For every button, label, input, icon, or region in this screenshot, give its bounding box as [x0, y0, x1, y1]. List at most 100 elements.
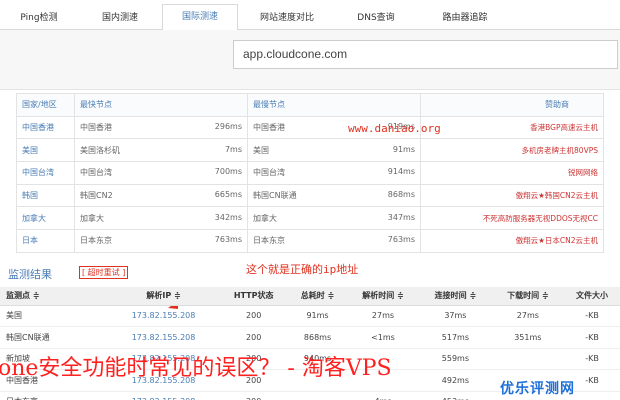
slowest-time: 763ms — [387, 235, 415, 245]
monitor-cell-node: 美国 — [0, 305, 108, 327]
tab-bar: Ping检测 国内测速 国际测速 网站速度对比 DNS查询 路由器追踪 — [0, 0, 620, 31]
monitor-cell-status: 200 — [219, 305, 289, 327]
monitor-cell-size: -KB — [564, 326, 620, 349]
slowest-cell: 中国台湾 914ms — [247, 161, 421, 185]
tab-domestic-speed[interactable]: 国内测速 — [78, 6, 162, 30]
fastest-node: 日本东京 — [80, 236, 112, 246]
table-row: 韩国CN联通 173.82.155.208 200 868ms <1ms 517ms 351… — [0, 326, 620, 349]
monitor-cell-size: -KB — [564, 305, 620, 327]
monitor-cell-ip[interactable]: 173.82.155.208 — [108, 391, 220, 400]
slowest-time: 914ms — [387, 167, 415, 177]
table-row: 中国香港 中国香港 296ms 中国香港 919ms 香港BGP高速云主机 — [16, 115, 604, 140]
fastest-time: 665ms — [214, 190, 242, 200]
monitor-cell-status: 200 — [219, 326, 289, 349]
monitor-header-dns[interactable]: 解析时间 ≑ — [346, 287, 420, 306]
sponsor-link[interactable]: 傲翔云★韩国CN2云主机 — [420, 183, 604, 208]
sponsor-link[interactable]: 锐网网络 — [420, 161, 604, 185]
sponsor-link[interactable]: 不死高防服务器无视DDOS无视CC — [420, 206, 604, 231]
fastest-cell: 韩国CN2 665ms — [74, 183, 248, 208]
monitor-header-total[interactable]: 总耗时 ≑ — [288, 287, 347, 306]
header-region: 国家/地区 — [16, 93, 75, 117]
tab-dns[interactable]: DNS查询 — [336, 6, 416, 30]
slowest-time: 91ms — [392, 144, 415, 154]
fastest-node: 中国香港 — [80, 123, 112, 133]
slowest-node: 韩国CN联通 — [253, 191, 297, 201]
slowest-time: 868ms — [387, 190, 415, 200]
monitor-cell-ip[interactable]: 173.82.155.208 — [108, 326, 220, 349]
watermark-caption: one安全功能时常见的误区？ - 淘客VPS — [0, 356, 392, 381]
table-row: 日本 日本东京 763ms 日本东京 763ms 傲翔云★日本CN2云主机 — [16, 229, 604, 253]
slowest-node: 日本东京 — [253, 236, 285, 246]
table-row: 中国台湾 中国台湾 700ms 中国台湾 914ms 锐网网络 — [16, 161, 604, 185]
monitor-cell-total — [288, 391, 347, 400]
slowest-cell: 日本东京 763ms — [247, 229, 421, 253]
monitor-header-status: HTTP状态 — [219, 287, 289, 306]
monitor-cell-dns: <1ms — [346, 326, 420, 349]
monitor-cell-node: 韩国CN联通 — [0, 326, 108, 349]
fastest-cell: 中国香港 296ms — [74, 115, 248, 140]
tab-site-compare[interactable]: 网站速度对比 — [238, 6, 336, 30]
slowest-time: 347ms — [387, 212, 415, 222]
region-cell[interactable]: 中国香港 — [16, 115, 75, 140]
fastest-time: 700ms — [214, 167, 242, 177]
fastest-cell: 加拿大 342ms — [74, 206, 248, 231]
ip-note-annotation: 这个就是正确的ip地址 — [246, 263, 359, 276]
monitor-cell-ip[interactable]: 173.82.155.208 — [108, 305, 220, 327]
url-panel: app.cloudcone.com — [0, 30, 620, 90]
monitor-cell-dl: 351ms — [491, 326, 565, 349]
monitor-cell-node: 日本东京 — [0, 391, 108, 400]
table-row: 韩国 韩国CN2 665ms 韩国CN联通 868ms 傲翔云★韩国CN2云主机 — [16, 183, 604, 208]
table-header-row: 国家/地区 最快节点 最慢节点 赞助商 — [16, 93, 604, 117]
table-row: 美国 173.82.155.208 200 91ms 27ms 37ms 27ms -KB — [0, 305, 620, 327]
monitor-cell-dl: 27ms — [491, 305, 565, 327]
region-cell[interactable]: 韩国 — [16, 183, 75, 208]
fastest-node: 美国洛杉矶 — [80, 145, 120, 155]
monitor-cell-conn: 559ms — [419, 348, 492, 370]
monitor-header-conn[interactable]: 连接时间 ≑ — [419, 287, 492, 306]
monitor-cell-total: 868ms — [288, 326, 347, 349]
fastest-cell: 美国洛杉矶 7ms — [74, 138, 248, 163]
fastest-cell: 中国台湾 700ms — [74, 161, 248, 185]
fastest-cell: 日本东京 763ms — [74, 229, 248, 253]
slowest-node: 中国香港 — [253, 123, 285, 133]
tab-ping[interactable]: Ping检测 — [0, 6, 78, 30]
monitor-cell-dl — [491, 348, 565, 370]
monitor-header-ip[interactable]: 解析IP ≑ — [108, 287, 220, 306]
monitor-header-dl[interactable]: 下载时间 ≑ — [491, 287, 565, 306]
monitor-cell-total: 91ms — [288, 305, 347, 327]
monitor-cell-conn: 492ms — [419, 369, 492, 392]
region-cell[interactable]: 日本 — [16, 229, 75, 253]
url-input[interactable]: app.cloudcone.com — [233, 40, 618, 69]
site-url-annotation: www.daniao.org — [348, 122, 441, 135]
watermark-logo: 优乐评测网 — [500, 381, 575, 397]
slowest-node: 加拿大 — [253, 213, 277, 223]
region-cell[interactable]: 美国 — [16, 138, 75, 163]
tab-intl-speed[interactable]: 国际测速 — [162, 4, 238, 31]
monitor-cell-dns: 4ms — [346, 391, 420, 400]
sponsor-link[interactable]: 傲翔云★日本CN2云主机 — [420, 229, 604, 253]
region-cell[interactable]: 加拿大 — [16, 206, 75, 231]
fastest-time: 296ms — [214, 122, 242, 132]
slowest-cell: 韩国CN联通 868ms — [247, 183, 421, 208]
monitor-title: 监测结果 — [8, 268, 52, 281]
monitor-header-row: 监测点 ≑ 解析IP ≑ HTTP状态 总耗时 ≑ 解析时间 ≑ 连接时间 ≑ … — [0, 287, 620, 306]
table-row: 美国 美国洛杉矶 7ms 美国 91ms 多机房老牌主机80VPS — [16, 138, 604, 163]
slowest-cell: 加拿大 347ms — [247, 206, 421, 231]
header-fastest: 最快节点 — [74, 93, 248, 117]
header-slowest: 最慢节点 — [247, 93, 421, 117]
region-cell[interactable]: 中国台湾 — [16, 161, 75, 185]
tab-traceroute[interactable]: 路由器追踪 — [416, 6, 514, 30]
table-row: 加拿大 加拿大 342ms 加拿大 347ms 不死高防服务器无视DDOS无视CC — [16, 206, 604, 231]
slowest-node: 中国台湾 — [253, 168, 285, 178]
monitor-header-node[interactable]: 监测点 ≑ — [0, 287, 108, 306]
fastest-node: 中国台湾 — [80, 168, 112, 178]
sponsor-link[interactable]: 香港BGP高速云主机 — [420, 115, 604, 140]
sponsor-link[interactable]: 多机房老牌主机80VPS — [420, 138, 604, 163]
header-sponsor: 赞助商 — [420, 93, 604, 117]
monitor-cell-dns: 27ms — [346, 305, 420, 327]
fastest-time: 763ms — [214, 235, 242, 245]
monitor-cell-conn: 517ms — [419, 326, 492, 349]
node-summary-table: 国家/地区 最快节点 最慢节点 赞助商 中国香港 中国香港 296ms 中国香港 919… — [16, 93, 604, 253]
monitor-header-size: 文件大小 — [564, 287, 620, 306]
retest-button[interactable]: [ 超时重试 ] — [79, 266, 129, 279]
